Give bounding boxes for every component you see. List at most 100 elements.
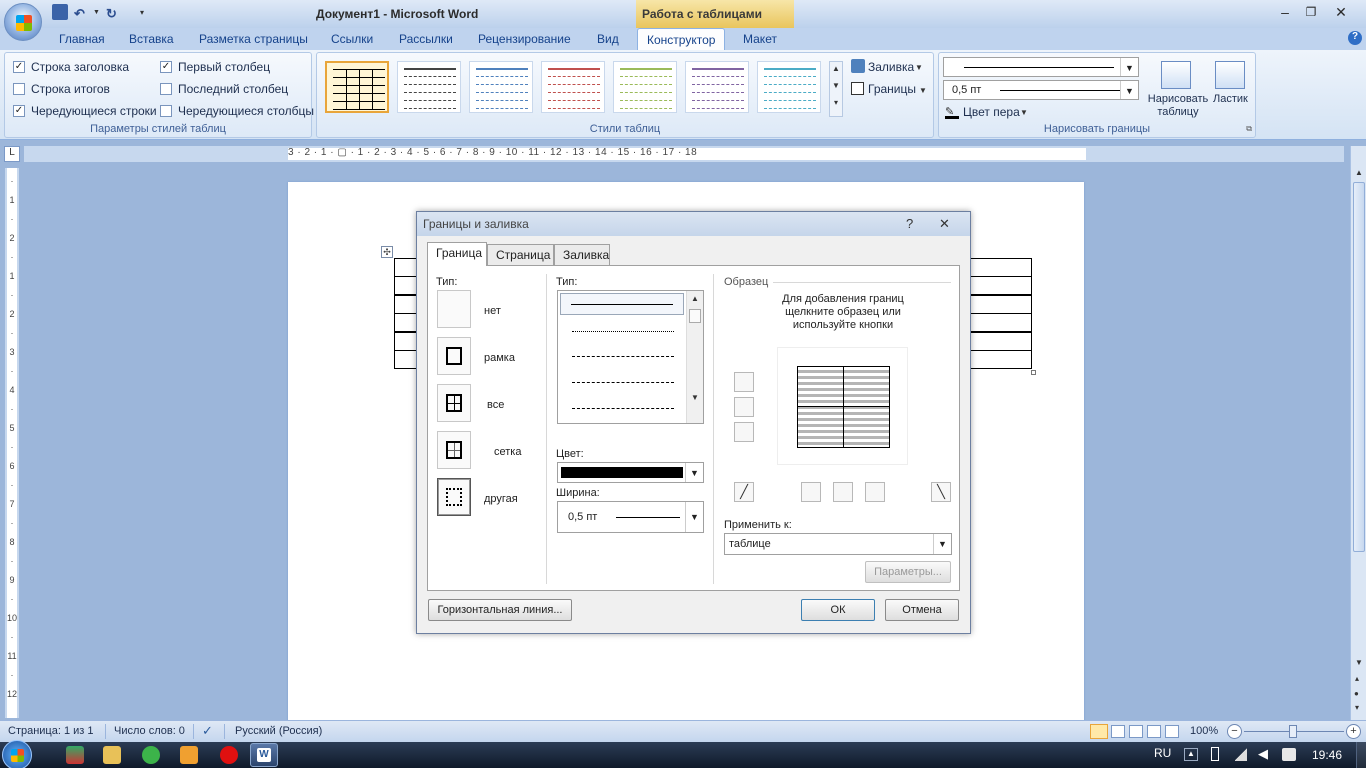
next-page-icon[interactable]: ▾ bbox=[1355, 703, 1359, 712]
tab-references[interactable]: Ссылки bbox=[322, 28, 382, 50]
table-style-thumbnail[interactable] bbox=[469, 61, 533, 113]
word-taskbar-button[interactable]: W bbox=[250, 743, 278, 767]
outline-view-icon[interactable] bbox=[1147, 725, 1161, 738]
dialog-launcher-icon[interactable]: ⧉ bbox=[1246, 124, 1252, 134]
setting-custom-icon[interactable] bbox=[437, 478, 471, 516]
draft-view-icon[interactable] bbox=[1165, 725, 1179, 738]
table-style-thumbnail[interactable] bbox=[325, 61, 389, 113]
show-hidden-icons[interactable]: ▲ bbox=[1184, 748, 1198, 761]
office-button[interactable] bbox=[4, 3, 42, 41]
show-desktop-button[interactable] bbox=[1356, 742, 1366, 768]
table-style-thumbnail[interactable] bbox=[613, 61, 677, 113]
center-border-button[interactable] bbox=[833, 482, 853, 502]
gallery-down-icon[interactable]: ▼ bbox=[830, 81, 842, 90]
action-center-icon[interactable] bbox=[1282, 748, 1296, 761]
setting-box-label[interactable]: рамка bbox=[484, 352, 515, 364]
minimize-button[interactable]: ‒ bbox=[1272, 3, 1298, 21]
tab-home[interactable]: Главная bbox=[50, 28, 114, 50]
middle-border-button[interactable] bbox=[734, 397, 754, 417]
pen-color-icon[interactable]: ✎ bbox=[945, 105, 959, 119]
gallery-up-icon[interactable]: ▲ bbox=[830, 64, 842, 73]
line-style-scroll-thumb[interactable] bbox=[689, 309, 701, 323]
scroll-down-icon[interactable]: ▼ bbox=[1355, 658, 1363, 667]
redo-icon[interactable]: ↻ bbox=[106, 6, 122, 22]
tab-page-border[interactable]: Страница bbox=[487, 244, 554, 265]
language-indicator[interactable]: Русский (Россия) bbox=[235, 725, 322, 737]
borders-dropdown-icon[interactable]: ▼ bbox=[919, 86, 927, 95]
width-combo[interactable]: 0,5 пт ▼ bbox=[557, 501, 704, 533]
draw-table-icon[interactable] bbox=[1161, 61, 1191, 89]
line-style-list[interactable]: ▲ ▼ bbox=[557, 290, 704, 424]
right-border-button[interactable] bbox=[865, 482, 885, 502]
setting-all-label[interactable]: все bbox=[487, 399, 504, 411]
vertical-ruler[interactable]: · 1 · 2 · 1 · 2 · 3 · 4 · 5 · 6 · 7 · 8 … bbox=[5, 168, 19, 718]
line-style-scroll-down-icon[interactable]: ▼ bbox=[687, 393, 703, 402]
line-style-scroll-up-icon[interactable]: ▲ bbox=[687, 294, 703, 303]
undo-dropdown-icon[interactable]: ▼ bbox=[93, 9, 100, 16]
gallery-scrollbar[interactable]: ▲ ▼ ▾ bbox=[829, 61, 843, 117]
select-browse-object-icon[interactable]: ● bbox=[1354, 689, 1359, 698]
tab-borders[interactable]: Граница bbox=[427, 242, 487, 266]
left-border-button[interactable] bbox=[801, 482, 821, 502]
dialog-close-button[interactable]: ✕ bbox=[939, 216, 950, 232]
line-style-scrollbar[interactable]: ▲ ▼ bbox=[686, 291, 703, 423]
clock[interactable]: 19:46 bbox=[1312, 748, 1342, 762]
line-weight-combo[interactable]: 0,5 пт ▼ bbox=[943, 80, 1139, 100]
line-style-option-dash-dot[interactable] bbox=[572, 408, 674, 409]
app-icon[interactable] bbox=[142, 746, 160, 764]
last-column-checkbox[interactable] bbox=[160, 83, 172, 95]
pen-color-button[interactable]: Цвет пера bbox=[963, 105, 1020, 119]
shading-dropdown-icon[interactable]: ▼ bbox=[915, 63, 923, 72]
banded-rows-checkbox[interactable]: ✓ bbox=[13, 105, 25, 117]
table-style-thumbnail[interactable] bbox=[757, 61, 821, 113]
customize-qat-icon[interactable]: ▾ bbox=[140, 8, 144, 17]
table-style-thumbnail[interactable] bbox=[685, 61, 749, 113]
start-button[interactable] bbox=[2, 740, 32, 768]
battery-icon[interactable] bbox=[1211, 747, 1219, 761]
tab-selector[interactable]: L bbox=[4, 146, 20, 162]
tab-layout[interactable]: Макет bbox=[734, 28, 786, 50]
table-style-thumbnail[interactable] bbox=[541, 61, 605, 113]
line-style-combo[interactable]: ▼ bbox=[943, 57, 1139, 77]
horizontal-line-button[interactable]: Горизонтальная линия... bbox=[428, 599, 572, 621]
zoom-slider-thumb[interactable] bbox=[1289, 725, 1297, 738]
setting-grid-label[interactable]: сетка bbox=[494, 446, 521, 458]
zoom-out-icon[interactable]: − bbox=[1227, 724, 1242, 739]
setting-none-icon[interactable] bbox=[437, 290, 471, 328]
opera-icon[interactable] bbox=[220, 746, 238, 764]
total-row-checkbox[interactable] bbox=[13, 83, 25, 95]
apply-to-dropdown-icon[interactable]: ▼ bbox=[933, 534, 951, 554]
dialog-help-button[interactable]: ? bbox=[906, 216, 913, 231]
line-style-dropdown-icon[interactable]: ▼ bbox=[1120, 58, 1138, 76]
banded-columns-checkbox[interactable] bbox=[160, 105, 172, 117]
print-layout-view-icon[interactable] bbox=[1090, 724, 1108, 739]
setting-none-label[interactable]: нет bbox=[484, 305, 501, 317]
line-weight-dropdown-icon[interactable]: ▼ bbox=[1120, 81, 1138, 99]
previous-page-icon[interactable]: ▴ bbox=[1355, 674, 1359, 683]
scroll-thumb[interactable] bbox=[1353, 182, 1365, 552]
tab-page-layout[interactable]: Разметка страницы bbox=[190, 28, 317, 50]
proofing-icon[interactable]: ✓ bbox=[202, 723, 213, 739]
borders-button[interactable]: Границы bbox=[868, 82, 916, 96]
zoom-in-icon[interactable]: + bbox=[1346, 724, 1361, 739]
scroll-up-icon[interactable]: ▲ bbox=[1355, 168, 1363, 177]
word-count[interactable]: Число слов: 0 bbox=[114, 725, 185, 737]
full-screen-reading-icon[interactable] bbox=[1111, 725, 1125, 738]
cancel-button[interactable]: Отмена bbox=[885, 599, 959, 621]
volume-icon[interactable]: ◀ bbox=[1258, 746, 1268, 762]
table-resize-handle[interactable] bbox=[1031, 370, 1036, 375]
shading-button[interactable]: Заливка bbox=[868, 60, 914, 74]
save-icon[interactable] bbox=[52, 4, 68, 20]
line-style-option-long-dash[interactable] bbox=[572, 382, 674, 383]
options-button[interactable]: Параметры... bbox=[865, 561, 951, 583]
tab-mailings[interactable]: Рассылки bbox=[390, 28, 462, 50]
setting-all-icon[interactable] bbox=[437, 384, 471, 422]
diagonal-up-border-button[interactable]: ╱ bbox=[734, 482, 754, 502]
width-dropdown-icon[interactable]: ▼ bbox=[685, 502, 703, 532]
setting-custom-label[interactable]: другая bbox=[484, 493, 518, 505]
restore-button[interactable]: ❐ bbox=[1298, 3, 1324, 21]
web-layout-icon[interactable] bbox=[1129, 725, 1143, 738]
network-icon[interactable] bbox=[1235, 747, 1247, 761]
tab-view[interactable]: Вид bbox=[588, 28, 628, 50]
pen-color-dropdown-icon[interactable]: ▼ bbox=[1020, 108, 1028, 117]
